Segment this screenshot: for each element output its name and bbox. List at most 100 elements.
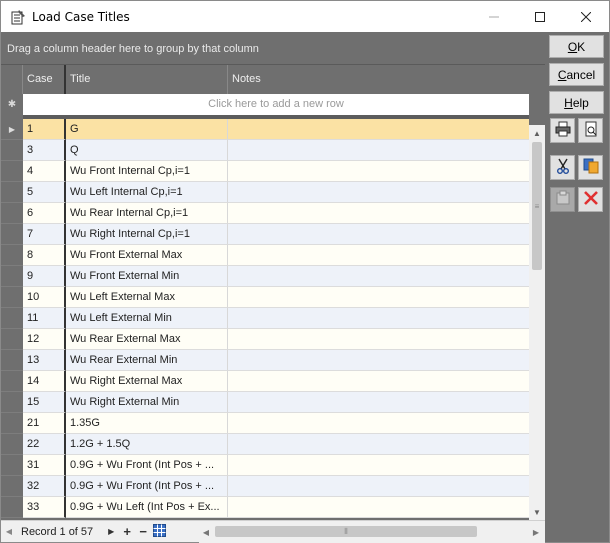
horizontal-scroll-thumb[interactable]: ⦀ xyxy=(215,526,477,537)
row-indicator[interactable] xyxy=(1,245,23,266)
table-row[interactable]: 22 1.2G + 1.5Q xyxy=(1,434,529,455)
cell-case[interactable]: 33 xyxy=(23,497,66,518)
scroll-right-icon[interactable]: ▶ xyxy=(529,524,543,540)
cell-notes[interactable] xyxy=(228,350,529,371)
cell-case[interactable]: 8 xyxy=(23,245,66,266)
cell-case[interactable]: 14 xyxy=(23,371,66,392)
print-button[interactable] xyxy=(550,118,575,143)
vertical-scrollbar[interactable]: ▲ ≡ ▼ xyxy=(529,125,545,520)
table-row[interactable]: 21 1.35G xyxy=(1,413,529,434)
cell-title[interactable]: 0.9G + Wu Front (Int Pos + ... xyxy=(66,455,228,476)
cell-notes[interactable] xyxy=(228,455,529,476)
copy-button[interactable] xyxy=(578,155,603,180)
table-row[interactable]: 10 Wu Left External Max xyxy=(1,287,529,308)
vertical-scroll-thumb[interactable]: ≡ xyxy=(532,142,542,270)
table-row[interactable]: 14 Wu Right External Max xyxy=(1,371,529,392)
scroll-up-icon[interactable]: ▲ xyxy=(529,125,545,141)
row-indicator[interactable] xyxy=(1,140,23,161)
current-row-indicator-icon[interactable]: ▶ xyxy=(1,119,23,140)
cell-notes[interactable] xyxy=(228,182,529,203)
cell-notes[interactable] xyxy=(228,497,529,518)
table-row[interactable]: 13 Wu Rear External Min xyxy=(1,350,529,371)
cell-title[interactable]: Wu Rear External Min xyxy=(66,350,228,371)
table-row[interactable]: 6 Wu Rear Internal Cp,i=1 xyxy=(1,203,529,224)
nav-delete-icon[interactable]: − xyxy=(135,524,151,539)
table-row[interactable]: 9 Wu Front External Min xyxy=(1,266,529,287)
cell-case[interactable]: 4 xyxy=(23,161,66,182)
scroll-left-icon[interactable]: ◀ xyxy=(199,524,213,540)
cell-case[interactable]: 15 xyxy=(23,392,66,413)
table-row[interactable]: 31 0.9G + Wu Front (Int Pos + ... xyxy=(1,455,529,476)
cell-case[interactable]: 10 xyxy=(23,287,66,308)
table-row[interactable]: 8 Wu Front External Max xyxy=(1,245,529,266)
cell-case[interactable]: 7 xyxy=(23,224,66,245)
cell-notes[interactable] xyxy=(228,119,529,140)
paste-button[interactable] xyxy=(550,187,575,212)
row-indicator[interactable] xyxy=(1,350,23,371)
cell-case[interactable]: 32 xyxy=(23,476,66,497)
nav-prev-icon[interactable]: ◀ xyxy=(1,527,17,536)
cut-button[interactable] xyxy=(550,155,575,180)
row-indicator[interactable] xyxy=(1,161,23,182)
column-header-notes[interactable]: Notes xyxy=(228,65,529,94)
cell-notes[interactable] xyxy=(228,266,529,287)
print-preview-button[interactable] xyxy=(578,118,603,143)
cell-case[interactable]: 9 xyxy=(23,266,66,287)
table-row[interactable]: 5 Wu Left Internal Cp,i=1 xyxy=(1,182,529,203)
cancel-button[interactable]: Cancel xyxy=(549,63,604,86)
row-indicator[interactable] xyxy=(1,392,23,413)
cell-case[interactable]: 5 xyxy=(23,182,66,203)
row-indicator[interactable] xyxy=(1,287,23,308)
cell-title[interactable]: Q xyxy=(66,140,228,161)
cell-notes[interactable] xyxy=(228,434,529,455)
cell-notes[interactable] xyxy=(228,287,529,308)
row-indicator[interactable] xyxy=(1,182,23,203)
table-row[interactable]: ▶ 1 G xyxy=(1,119,529,140)
row-indicator[interactable] xyxy=(1,308,23,329)
cell-title[interactable]: Wu Front External Min xyxy=(66,266,228,287)
table-row[interactable]: 15 Wu Right External Min xyxy=(1,392,529,413)
nav-add-icon[interactable]: + xyxy=(119,524,135,539)
new-row[interactable]: ✱ Click here to add a new row xyxy=(1,94,529,115)
ok-button[interactable]: OK xyxy=(549,35,604,58)
row-indicator[interactable] xyxy=(1,434,23,455)
cell-title[interactable]: Wu Front Internal Cp,i=1 xyxy=(66,161,228,182)
cell-notes[interactable] xyxy=(228,161,529,182)
cell-case[interactable]: 12 xyxy=(23,329,66,350)
table-row[interactable]: 11 Wu Left External Min xyxy=(1,308,529,329)
cell-notes[interactable] xyxy=(228,392,529,413)
cell-notes[interactable] xyxy=(228,245,529,266)
row-indicator[interactable] xyxy=(1,224,23,245)
cell-title[interactable]: Wu Rear Internal Cp,i=1 xyxy=(66,203,228,224)
cell-title[interactable]: 1.35G xyxy=(66,413,228,434)
cell-notes[interactable] xyxy=(228,476,529,497)
cell-case[interactable]: 1 xyxy=(23,119,66,140)
row-indicator[interactable] xyxy=(1,455,23,476)
cell-title[interactable]: Wu Right External Max xyxy=(66,371,228,392)
cell-case[interactable]: 11 xyxy=(23,308,66,329)
cell-case[interactable]: 3 xyxy=(23,140,66,161)
cell-title[interactable]: Wu Left Internal Cp,i=1 xyxy=(66,182,228,203)
cell-notes[interactable] xyxy=(228,329,529,350)
cell-title[interactable]: Wu Right Internal Cp,i=1 xyxy=(66,224,228,245)
table-row[interactable]: 33 0.9G + Wu Left (Int Pos + Ex... xyxy=(1,497,529,518)
new-row-prompt[interactable]: Click here to add a new row xyxy=(23,94,529,115)
cell-case[interactable]: 22 xyxy=(23,434,66,455)
row-indicator[interactable] xyxy=(1,266,23,287)
nav-next-icon[interactable]: ▶ xyxy=(103,527,119,536)
column-header-title[interactable]: Title xyxy=(66,65,228,94)
table-row[interactable]: 3Q xyxy=(1,140,529,161)
cell-notes[interactable] xyxy=(228,308,529,329)
cell-notes[interactable] xyxy=(228,140,529,161)
cell-title[interactable]: 1.2G + 1.5Q xyxy=(66,434,228,455)
cell-case[interactable]: 6 xyxy=(23,203,66,224)
cell-title[interactable]: Wu Left External Max xyxy=(66,287,228,308)
delete-button[interactable] xyxy=(578,187,603,212)
maximize-button[interactable] xyxy=(517,1,563,32)
cell-title[interactable]: 0.9G + Wu Front (Int Pos + ... xyxy=(66,476,228,497)
nav-grid-icon[interactable] xyxy=(151,523,167,540)
table-row[interactable]: 4 Wu Front Internal Cp,i=1 xyxy=(1,161,529,182)
row-indicator[interactable] xyxy=(1,476,23,497)
cell-case[interactable]: 21 xyxy=(23,413,66,434)
help-button[interactable]: Help xyxy=(549,91,604,114)
